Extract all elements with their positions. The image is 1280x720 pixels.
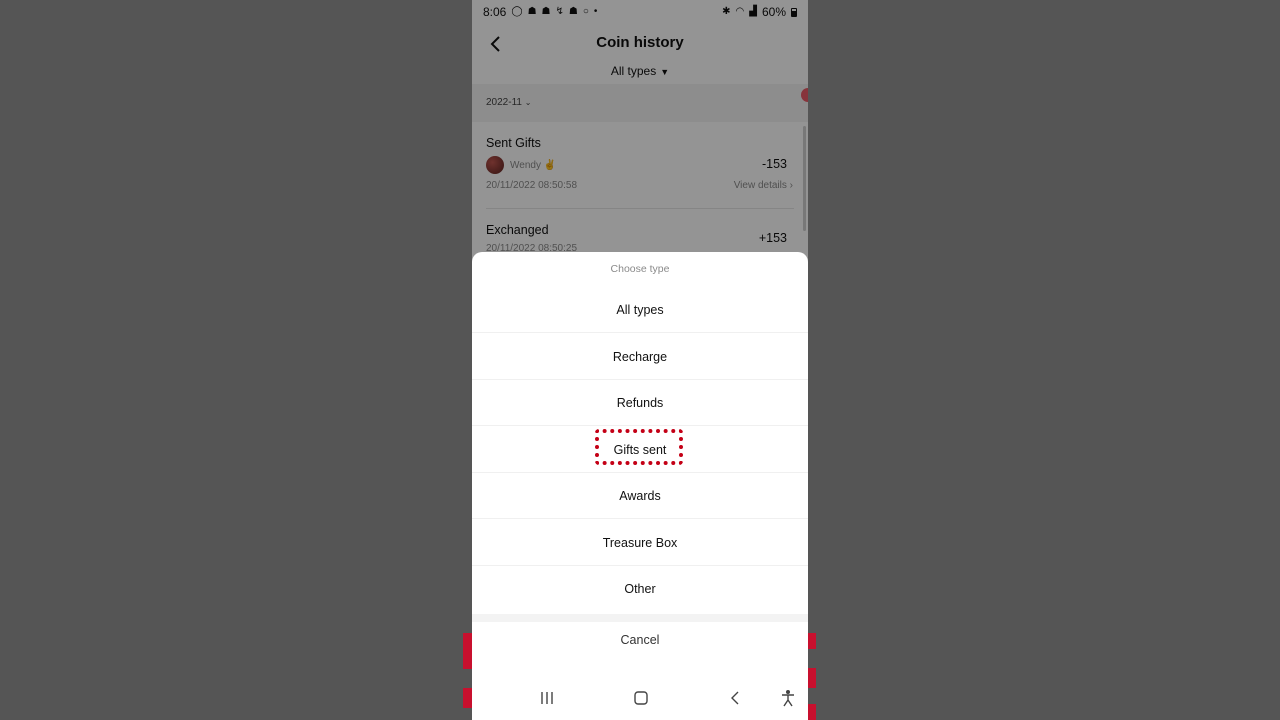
- system-back-button[interactable]: [723, 686, 747, 710]
- highlight-annotation: [595, 429, 683, 465]
- home-button[interactable]: [629, 686, 653, 710]
- option-all-types[interactable]: All types: [472, 287, 808, 333]
- option-awards[interactable]: Awards: [472, 473, 808, 519]
- sheet-separator: [472, 614, 808, 622]
- background-decoration: [807, 704, 816, 720]
- option-recharge[interactable]: Recharge: [472, 334, 808, 380]
- choose-type-sheet: Choose type All types Recharge Refunds G…: [472, 252, 808, 720]
- option-other[interactable]: Other: [472, 566, 808, 612]
- background-decoration: [807, 668, 816, 688]
- option-treasure-box[interactable]: Treasure Box: [472, 520, 808, 566]
- recent-apps-icon: [541, 692, 553, 704]
- home-icon: [634, 691, 648, 705]
- cancel-button[interactable]: Cancel: [472, 624, 808, 656]
- system-nav-bar: [472, 680, 808, 716]
- recent-apps-button[interactable]: [535, 686, 559, 710]
- accessibility-icon: [782, 690, 794, 707]
- sheet-heading: Choose type: [610, 263, 670, 275]
- back-icon: [731, 691, 739, 705]
- background-decoration: [807, 633, 816, 649]
- phone-screen: 8:06 ◯ ☗ ☗ ↯ ☗ ○ • ✱ ◠ ▟ 60% Coin histor…: [472, 0, 808, 720]
- accessibility-button[interactable]: [776, 686, 800, 710]
- option-refunds[interactable]: Refunds: [472, 380, 808, 426]
